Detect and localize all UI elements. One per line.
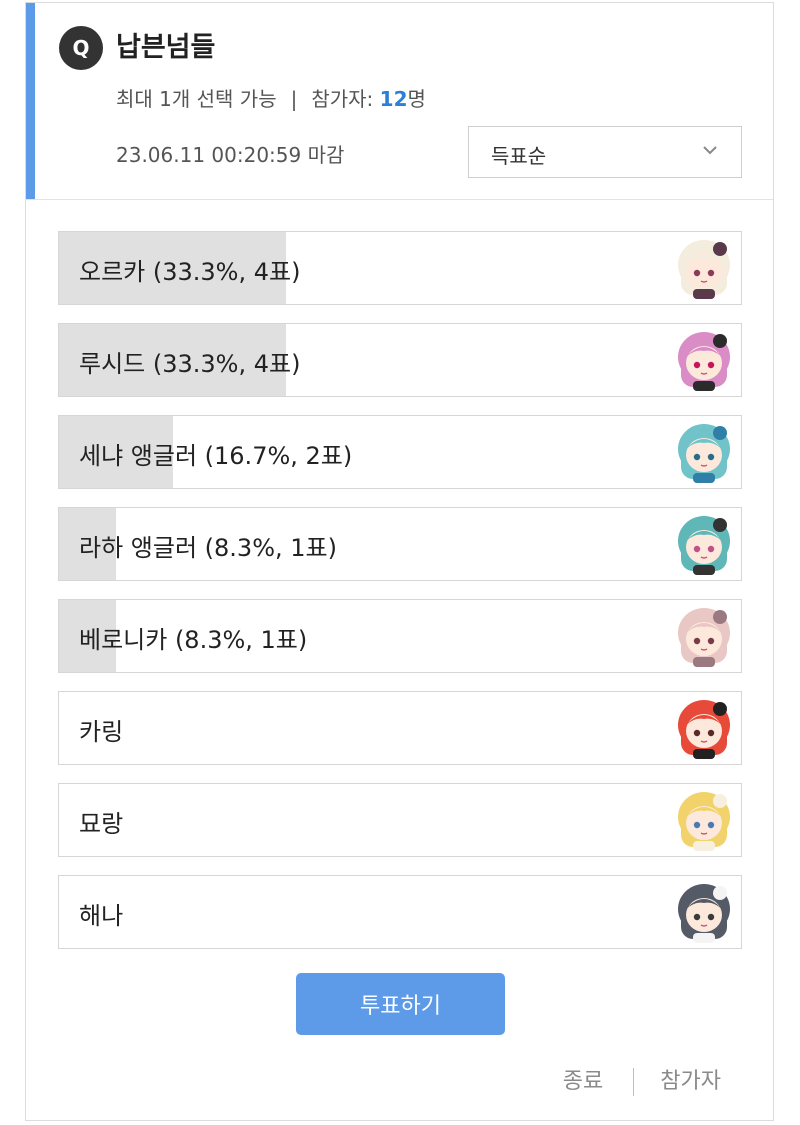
laha-avatar-icon (678, 516, 730, 575)
poll-option-label: 베로니카 (8.3%, 1표) (79, 626, 308, 654)
poll-option[interactable]: 묘랑 (58, 783, 742, 857)
selection-limit: 최대 1개 선택 가능 (116, 87, 277, 111)
poll-option-label: 루시드 (33.3%, 4표) (79, 350, 301, 378)
question-badge: Q (59, 26, 103, 70)
accent-bar (26, 3, 35, 199)
haena-avatar-icon (678, 884, 730, 943)
participants-label: 참가자: (311, 87, 374, 111)
sort-dropdown[interactable]: 득표순 (468, 126, 742, 178)
senya-avatar-icon (678, 424, 730, 483)
poll-option[interactable]: 베로니카 (8.3%, 1표) (58, 599, 742, 673)
vote-button[interactable]: 투표하기 (296, 973, 505, 1035)
poll-footer: 종료 참가자 (563, 1063, 721, 1096)
footer-divider (633, 1068, 635, 1096)
poll-option[interactable]: 루시드 (33.3%, 4표) (58, 323, 742, 397)
poll-options: 오르카 (33.3%, 4표) 루시드 (33.3%, 4표) 세냐 앵글러 (16… (58, 231, 742, 967)
lucid-avatar-icon (678, 332, 730, 391)
poll-card: Q 납븐넘들 최대 1개 선택 가능 | 참가자: 12명 23.06.11 00:… (25, 2, 774, 1121)
chevron-down-icon (703, 146, 717, 155)
poll-option-label: 해나 (79, 902, 124, 930)
poll-option-label: 세냐 앵글러 (16.7%, 2표) (79, 442, 353, 470)
orca-avatar-icon (678, 240, 730, 299)
poll-option-label: 오르카 (33.3%, 4표) (79, 258, 301, 286)
myorang-avatar-icon (678, 792, 730, 851)
poll-option[interactable]: 카링 (58, 691, 742, 765)
end-poll-link[interactable]: 종료 (563, 1069, 603, 1094)
sort-selected-label: 득표순 (491, 144, 547, 168)
poll-deadline: 23.06.11 00:20:59 마감 (116, 143, 345, 167)
participants-unit: 명 (407, 87, 426, 111)
poll-option[interactable]: 오르카 (33.3%, 4표) (58, 231, 742, 305)
poll-option[interactable]: 라하 앵글러 (8.3%, 1표) (58, 507, 742, 581)
meta-separator: | (290, 87, 298, 111)
poll-option-label: 카링 (79, 718, 124, 746)
veronica-avatar-icon (678, 608, 730, 667)
poll-option-label: 라하 앵글러 (8.3%, 1표) (79, 534, 337, 562)
poll-option-label: 묘랑 (79, 810, 124, 838)
poll-meta: 최대 1개 선택 가능 | 참가자: 12명 (116, 83, 426, 112)
participants-count: 12 (379, 87, 408, 111)
poll-option[interactable]: 세냐 앵글러 (16.7%, 2표) (58, 415, 742, 489)
poll-header: Q 납븐넘들 최대 1개 선택 가능 | 참가자: 12명 23.06.11 00:… (26, 3, 773, 200)
poll-option[interactable]: 해나 (58, 875, 742, 949)
karing-avatar-icon (678, 700, 730, 759)
participants-link[interactable]: 참가자 (660, 1069, 721, 1094)
poll-title: 납븐넘들 (116, 32, 216, 63)
